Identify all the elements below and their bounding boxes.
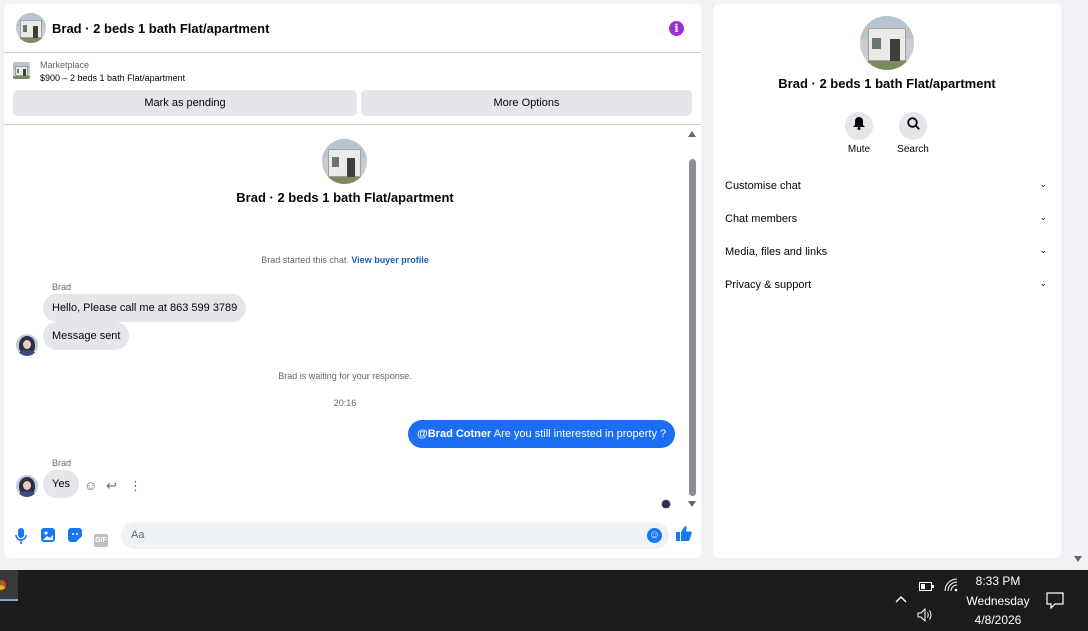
menu-privacy-support[interactable]: Privacy & support ⌄: [725, 278, 1047, 291]
message-bubble-outgoing[interactable]: @Brad Cotner Are you still interested in…: [408, 420, 676, 448]
message-input[interactable]: Aa: [121, 522, 669, 549]
gif-icon[interactable]: GIF: [94, 529, 108, 547]
seen-indicator-avatar: [661, 499, 671, 509]
menu-media-files-links[interactable]: Media, files and links ⌄: [725, 245, 1047, 258]
gif-label: GIF: [94, 534, 108, 547]
divider: [4, 124, 701, 125]
volume-icon[interactable]: [917, 607, 934, 625]
sticker-icon[interactable]: [68, 528, 82, 546]
chat-started-text: Brad started this chat.: [261, 255, 352, 265]
conversation-avatar[interactable]: [16, 13, 46, 43]
sender-name: Brad: [52, 282, 72, 292]
menu-customise-chat[interactable]: Customise chat ⌄: [725, 179, 1047, 192]
chevron-down-icon: ⌄: [1039, 212, 1047, 222]
message-timestamp: 20:16: [333, 398, 357, 408]
message-bubble-incoming[interactable]: Hello, Please call me at 863 599 3789: [43, 294, 247, 322]
show-hidden-icons-chevron-icon[interactable]: [895, 592, 907, 606]
mark-as-pending-button[interactable]: Mark as pending: [13, 90, 357, 116]
windows-taskbar: 8:33 PM Wednesday 4/8/2026: [0, 570, 1088, 631]
clock-day[interactable]: Wednesday: [960, 594, 1036, 608]
sender-name: Brad: [52, 458, 72, 468]
more-options-button[interactable]: More Options: [361, 90, 692, 116]
notifications-icon[interactable]: [1046, 592, 1064, 612]
conversation-profile-image: [322, 139, 367, 184]
brad-avatar[interactable]: [16, 334, 38, 356]
marketplace-label: Marketplace: [40, 60, 90, 70]
chevron-down-icon: ⌄: [1039, 179, 1047, 189]
chevron-down-icon: ⌄: [1039, 245, 1047, 255]
info-name: Brad · 2 beds 1 bath Flat/apartment: [778, 76, 996, 91]
outgoing-text: Are you still interested in property ?: [491, 428, 667, 440]
brad-avatar[interactable]: [16, 475, 38, 497]
scroll-up-arrow[interactable]: [688, 131, 696, 137]
menu-label: Media, files and links: [725, 246, 828, 258]
menu-label: Customise chat: [725, 180, 801, 192]
battery-icon[interactable]: [919, 580, 934, 594]
info-icon[interactable]: i: [669, 21, 684, 36]
microphone-icon[interactable]: [15, 528, 27, 548]
chevron-down-icon: ⌄: [1039, 278, 1047, 288]
conversation-info-panel: Brad · 2 beds 1 bath Flat/apartment Mute…: [713, 4, 1061, 558]
thumbs-up-icon[interactable]: [676, 526, 692, 546]
more-actions-icon[interactable]: ⋮: [129, 478, 142, 494]
mention[interactable]: @Brad Cotner: [417, 428, 491, 440]
mute-button[interactable]: [845, 112, 873, 140]
mute-label: Mute: [847, 144, 871, 155]
chrome-taskbar-icon[interactable]: [0, 570, 18, 601]
chat-panel: Brad · 2 beds 1 bath Flat/apartment i Ma…: [4, 4, 701, 558]
emoji-icon[interactable]: ☺: [647, 528, 662, 543]
message-bubble-incoming[interactable]: Yes: [43, 470, 79, 498]
reply-icon[interactable]: ↩: [106, 478, 117, 494]
clock-time[interactable]: 8:33 PM: [960, 574, 1036, 588]
clock-date[interactable]: 4/8/2026: [960, 613, 1036, 627]
photo-icon[interactable]: [41, 528, 55, 546]
wifi-icon[interactable]: [944, 578, 958, 595]
conversation-name: Brad · 2 beds 1 bath Flat/apartment: [236, 190, 454, 205]
menu-label: Privacy & support: [725, 279, 812, 291]
search-icon: [906, 117, 920, 130]
listing-thumbnail[interactable]: [13, 62, 30, 79]
waiting-notice: Brad is waiting for your response.: [278, 371, 412, 381]
react-icon[interactable]: ☺: [84, 478, 97, 493]
page-scroll-down-arrow[interactable]: [1074, 556, 1082, 562]
search-button[interactable]: [899, 112, 927, 140]
listing-description[interactable]: $900 – 2 beds 1 bath Flat/apartment: [40, 73, 185, 83]
scroll-down-arrow[interactable]: [688, 501, 696, 507]
scrollbar-thumb[interactable]: [689, 159, 696, 496]
search-label: Search: [897, 144, 929, 155]
info-profile-image: [860, 16, 914, 70]
bell-icon: [853, 117, 865, 130]
chat-started-notice: Brad started this chat. View buyer profi…: [4, 255, 686, 265]
menu-chat-members[interactable]: Chat members ⌄: [725, 212, 1047, 225]
divider: [4, 52, 701, 53]
chat-header-title[interactable]: Brad · 2 beds 1 bath Flat/apartment: [52, 21, 269, 36]
menu-label: Chat members: [725, 213, 798, 225]
view-buyer-profile-link[interactable]: View buyer profile: [351, 255, 428, 265]
message-bubble-incoming[interactable]: Message sent: [43, 322, 130, 350]
